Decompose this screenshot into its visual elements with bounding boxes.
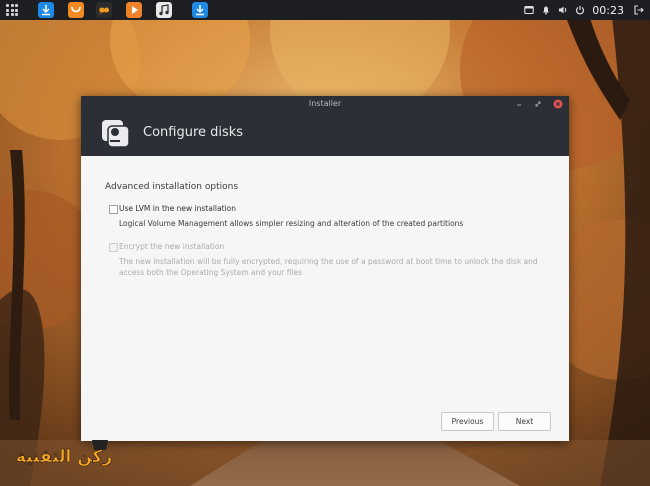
download-icon[interactable] (38, 2, 54, 18)
logout-icon[interactable] (634, 5, 644, 15)
top-panel: 00:23 (0, 0, 650, 20)
volume-icon[interactable] (558, 5, 568, 15)
watermark-logo: ركن التقنية (15, 440, 113, 467)
previous-button[interactable]: Previous (441, 412, 494, 431)
clock[interactable]: 00:23 (592, 4, 624, 17)
window-titlebar[interactable]: Installer (81, 96, 569, 112)
window-icon[interactable] (524, 5, 535, 15)
minimize-icon[interactable] (514, 99, 524, 109)
play-icon[interactable] (126, 2, 142, 18)
apps-grid-icon[interactable] (6, 4, 18, 16)
disk-icon (102, 120, 130, 148)
sublime-icon[interactable] (96, 2, 112, 18)
installer-header: Configure disks (81, 112, 569, 156)
lvm-checkbox[interactable] (109, 205, 118, 214)
section-title: Advanced installation options (105, 182, 239, 192)
window-title: Installer (308, 99, 342, 108)
encrypt-description: The new installation will be fully encry… (119, 257, 538, 277)
system-tray: 00:23 (524, 0, 650, 20)
close-icon[interactable] (553, 99, 563, 109)
next-button[interactable]: Next (498, 412, 551, 431)
page-title: Configure disks (143, 125, 244, 140)
music-icon[interactable] (156, 2, 172, 18)
bell-icon[interactable] (541, 5, 551, 15)
installer-window: Installer Configure disks Advanced insta… (81, 96, 569, 441)
watermark-text: ركن التقنية (16, 447, 112, 467)
download-icon[interactable] (192, 2, 208, 18)
lvm-description: Logical Volume Management allows simpler… (119, 219, 464, 228)
power-icon[interactable] (575, 5, 585, 15)
lvm-label[interactable]: Use LVM in the new installation (119, 204, 236, 213)
encrypt-label[interactable]: Encrypt the new installation (119, 242, 224, 251)
maximize-icon[interactable] (533, 99, 543, 109)
encrypt-checkbox[interactable] (109, 243, 118, 252)
installer-content: Advanced installation options Use LVM in… (81, 156, 569, 441)
orange-box-icon[interactable] (68, 2, 84, 18)
